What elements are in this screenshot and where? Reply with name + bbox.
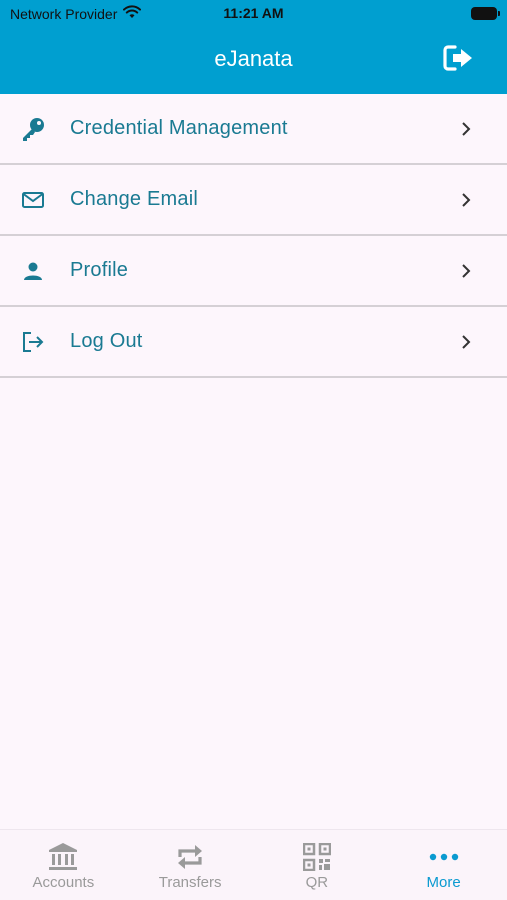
envelope-icon (20, 187, 46, 213)
chevron-right-icon (459, 121, 473, 136)
bottom-tab-bar: Accounts Transfers QR More (0, 829, 507, 900)
menu-item-label: Change Email (70, 188, 199, 210)
app-header: Network Provider 11:21 AM eJanata (0, 0, 507, 94)
menu-item-profile[interactable]: Profile (0, 236, 507, 307)
qr-icon (300, 842, 334, 872)
logout-icon (20, 329, 46, 355)
page-title: eJanata (214, 46, 293, 71)
tab-qr[interactable]: QR (254, 830, 381, 900)
tab-label: Transfers (158, 874, 222, 891)
tab-label: Accounts (32, 874, 95, 891)
menu-item-label: Log Out (70, 330, 143, 352)
header-logout-button[interactable] (443, 44, 475, 77)
status-bar: Network Provider 11:21 AM (0, 0, 507, 28)
chevron-right-icon (459, 263, 473, 278)
bank-icon (46, 842, 80, 872)
battery-icon (471, 7, 500, 20)
key-icon (20, 116, 46, 142)
tab-label: QR (305, 874, 329, 891)
chevron-right-icon (459, 334, 473, 349)
settings-menu: Credential Management Change Email Profi… (0, 94, 507, 378)
person-icon (20, 258, 46, 284)
menu-item-log-out[interactable]: Log Out (0, 307, 507, 378)
more-icon (427, 842, 461, 872)
tab-more[interactable]: More (380, 830, 507, 900)
chevron-right-icon (459, 192, 473, 207)
transfer-icon (173, 842, 207, 872)
tab-accounts[interactable]: Accounts (0, 830, 127, 900)
menu-item-label: Credential Management (70, 117, 288, 139)
menu-item-change-email[interactable]: Change Email (0, 165, 507, 236)
tab-label: More (426, 874, 461, 891)
menu-item-label: Profile (70, 259, 129, 281)
tab-transfers[interactable]: Transfers (127, 830, 254, 900)
menu-item-credential-management[interactable]: Credential Management (0, 94, 507, 165)
clock: 11:21 AM (223, 5, 284, 21)
logout-icon (443, 44, 475, 77)
